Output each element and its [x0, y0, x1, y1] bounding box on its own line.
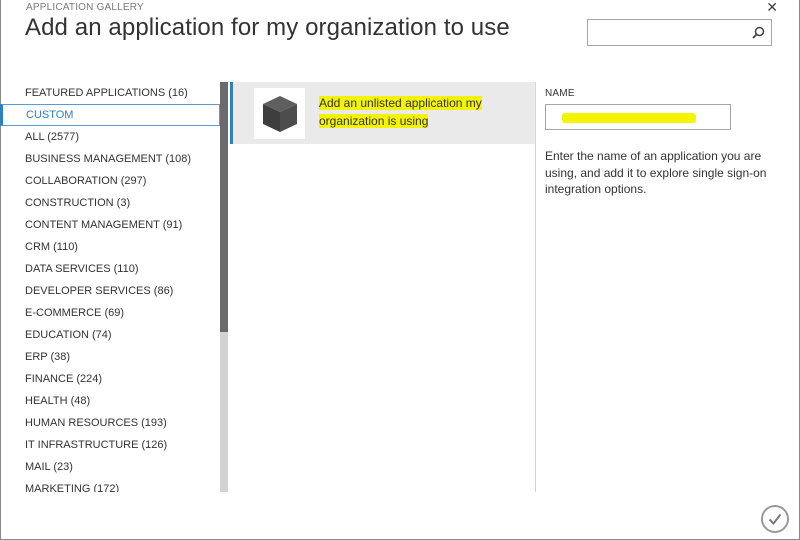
category-scrollbar[interactable]	[220, 82, 228, 492]
dialog-kicker: APPLICATION GALLERY	[26, 2, 144, 13]
category-item[interactable]: MARKETING (172)	[0, 478, 220, 492]
page-title: Add an application for my organization t…	[25, 14, 510, 41]
name-field[interactable]	[545, 104, 731, 130]
category-item[interactable]: HUMAN RESOURCES (193)	[0, 412, 220, 434]
category-item[interactable]: CONSTRUCTION (3)	[0, 192, 220, 214]
confirm-button[interactable]	[761, 505, 789, 533]
category-item[interactable]: DEVELOPER SERVICES (86)	[0, 280, 220, 302]
category-item[interactable]: CUSTOM	[0, 104, 220, 126]
category-item[interactable]: E-COMMERCE (69)	[0, 302, 220, 324]
app-tile-label: Add an unlisted application my organizat…	[319, 96, 482, 128]
category-item[interactable]: ALL (2577)	[0, 126, 220, 148]
category-item[interactable]: FEATURED APPLICATIONS (16)	[0, 82, 220, 104]
panel-divider	[535, 82, 536, 492]
category-list: FEATURED APPLICATIONS (16) CUSTOM ALL (257…	[0, 82, 220, 492]
category-item[interactable]: CONTENT MANAGEMENT (91)	[0, 214, 220, 236]
category-item[interactable]: FINANCE (224)	[0, 368, 220, 390]
name-field-help: Enter the name of an application you are…	[545, 149, 767, 196]
cube-icon	[263, 96, 297, 132]
category-item[interactable]: COLLABORATION (297)	[0, 170, 220, 192]
category-item[interactable]: HEALTH (48)	[0, 390, 220, 412]
search-icon[interactable]	[752, 26, 765, 39]
search-input[interactable]	[592, 23, 742, 42]
app-icon-container	[254, 88, 305, 139]
category-item[interactable]: BUSINESS MANAGEMENT (108)	[0, 148, 220, 170]
name-field-highlight	[562, 113, 696, 123]
category-item[interactable]: EDUCATION (74)	[0, 324, 220, 346]
category-item[interactable]: DATA SERVICES (110)	[0, 258, 220, 280]
search-box[interactable]	[587, 19, 772, 46]
category-item[interactable]: IT INFRASTRUCTURE (126)	[0, 434, 220, 456]
category-item[interactable]: MAIL (23)	[0, 456, 220, 478]
close-icon[interactable]: ✕	[766, 0, 778, 14]
name-field-label: NAME	[545, 88, 575, 99]
checkmark-icon	[768, 513, 782, 526]
scrollbar-thumb[interactable]	[220, 82, 228, 332]
category-item[interactable]: CRM (110)	[0, 236, 220, 258]
app-tile-custom[interactable]: Add an unlisted application my organizat…	[230, 82, 535, 144]
category-item[interactable]: ERP (38)	[0, 346, 220, 368]
